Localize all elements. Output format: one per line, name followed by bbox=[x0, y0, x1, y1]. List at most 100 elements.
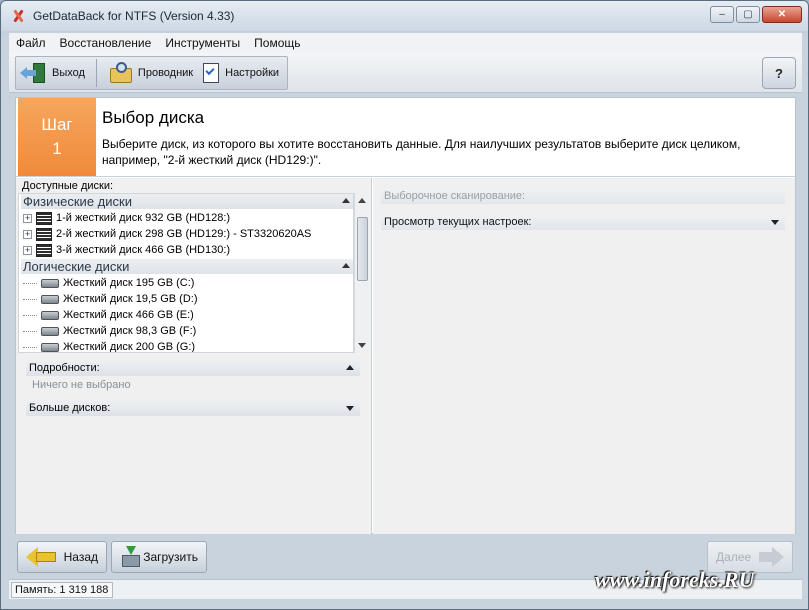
physical-disk-icon bbox=[36, 211, 52, 225]
hard-drive-icon bbox=[41, 294, 59, 304]
tree-scrollbar[interactable] bbox=[354, 193, 370, 353]
menu-help[interactable]: Помощь bbox=[247, 36, 307, 50]
hard-drive-icon bbox=[41, 326, 59, 336]
collapse-caret-icon[interactable] bbox=[342, 198, 350, 203]
tree-item-label: Жесткий диск 195 GB (C:) bbox=[63, 277, 195, 289]
tree-item-label: Жесткий диск 200 GB (G:) bbox=[63, 341, 196, 353]
menu-bar: Файл Восстановление Инструменты Помощь bbox=[9, 33, 802, 53]
back-label: Назад bbox=[63, 550, 98, 564]
tree-item-label: 3-й жесткий диск 466 GB (HD130:) bbox=[56, 244, 231, 256]
settings-button[interactable]: Настройки bbox=[199, 62, 281, 84]
tree-connector bbox=[23, 346, 37, 348]
help-button[interactable]: ? bbox=[762, 57, 796, 89]
watermark: www.inforeks.RU bbox=[595, 567, 755, 592]
title-bar: GetDataBack for NTFS (Version 4.33) – ▢ … bbox=[1, 1, 808, 31]
minimize-button[interactable]: – bbox=[710, 6, 734, 23]
explorer-label: Проводник bbox=[137, 67, 194, 79]
step-header: Шаг 1 Выбор диска Выберите диск, из кото… bbox=[16, 98, 795, 177]
exit-label: Выход bbox=[52, 67, 85, 79]
close-button[interactable]: ✕ bbox=[762, 6, 802, 23]
available-disks-label: Доступные диски: bbox=[22, 180, 114, 192]
expand-plus-icon[interactable]: + bbox=[23, 229, 32, 239]
maximize-button[interactable]: ▢ bbox=[736, 6, 760, 23]
hard-drive-icon bbox=[41, 342, 59, 352]
hard-drive-icon bbox=[41, 278, 59, 288]
more-disks-label: Больше дисков: bbox=[29, 402, 111, 414]
step-badge: Шаг 1 bbox=[18, 98, 96, 176]
app-logo-icon bbox=[11, 9, 25, 23]
tree-item-logical-c[interactable]: Жесткий диск 195 GB (C:) bbox=[23, 275, 194, 291]
disk-tree[interactable]: Физические диски + 1-й жесткий диск 932 … bbox=[18, 193, 354, 353]
scroll-up-icon[interactable] bbox=[358, 198, 366, 203]
details-label: Подробности: bbox=[29, 362, 100, 374]
exit-door-icon bbox=[20, 62, 48, 84]
tree-item-physical-disk-1[interactable]: + 1-й жесткий диск 932 GB (HD128:) bbox=[23, 210, 230, 226]
physical-disk-icon bbox=[36, 227, 52, 241]
next-label: Далее bbox=[716, 550, 752, 564]
tree-item-label: 2-й жесткий диск 298 GB (HD129:) - ST332… bbox=[56, 228, 312, 240]
disk-selection-panel: Доступные диски: Физические диски + 1-й … bbox=[16, 178, 372, 534]
app-window: GetDataBack for NTFS (Version 4.33) – ▢ … bbox=[0, 0, 809, 610]
explorer-button[interactable]: Проводник bbox=[106, 62, 195, 84]
logical-disks-group-label: Логические диски bbox=[23, 259, 130, 274]
view-settings-header[interactable]: Просмотр текущих настроек: bbox=[381, 214, 785, 230]
load-label: Загрузить bbox=[143, 550, 198, 564]
menu-tools[interactable]: Инструменты bbox=[158, 36, 247, 50]
tree-item-physical-disk-2[interactable]: + 2-й жесткий диск 298 GB (HD129:) - ST3… bbox=[23, 226, 311, 242]
tree-connector bbox=[23, 330, 37, 332]
collapse-caret-icon[interactable] bbox=[342, 263, 350, 268]
toolbar: Выход Проводник Настройки ? bbox=[9, 53, 802, 93]
tree-item-logical-e[interactable]: Жесткий диск 466 GB (E:) bbox=[23, 307, 194, 323]
window-title: GetDataBack for NTFS (Version 4.33) bbox=[33, 9, 235, 23]
back-arrow-icon bbox=[26, 547, 56, 567]
physical-disks-group[interactable]: Физические диски bbox=[21, 194, 353, 209]
expand-caret-icon[interactable] bbox=[346, 406, 354, 411]
physical-disks-group-label: Физические диски bbox=[23, 194, 132, 209]
physical-disk-icon bbox=[36, 243, 52, 257]
selective-scan-label: Выборочное сканирование: bbox=[384, 190, 526, 202]
step-number: 1 bbox=[52, 139, 62, 158]
tree-item-label: 1-й жесткий диск 932 GB (HD128:) bbox=[56, 212, 231, 224]
tree-connector bbox=[23, 298, 37, 300]
tree-item-label: Жесткий диск 98,3 GB (F:) bbox=[63, 325, 197, 337]
tree-item-logical-f[interactable]: Жесткий диск 98,3 GB (F:) bbox=[23, 323, 196, 339]
expand-plus-icon[interactable]: + bbox=[23, 213, 32, 223]
load-button[interactable]: Загрузить bbox=[111, 541, 207, 573]
help-icon: ? bbox=[775, 65, 783, 81]
explorer-icon bbox=[108, 62, 134, 84]
tree-item-logical-g[interactable]: Жесткий диск 200 GB (G:) bbox=[23, 339, 196, 353]
settings-checklist-icon bbox=[201, 62, 221, 84]
tree-item-label: Жесткий диск 19,5 GB (D:) bbox=[63, 293, 198, 305]
hard-drive-icon bbox=[41, 310, 59, 320]
tree-connector bbox=[23, 314, 37, 316]
back-button[interactable]: Назад bbox=[17, 541, 107, 573]
tree-item-physical-disk-3[interactable]: + 3-й жесткий диск 466 GB (HD130:) bbox=[23, 242, 230, 258]
tree-connector bbox=[23, 282, 37, 284]
details-section-header[interactable]: Подробности: bbox=[26, 360, 360, 376]
details-value: Ничего не выбрано bbox=[32, 379, 131, 391]
window-controls: – ▢ ✕ bbox=[710, 6, 802, 23]
more-disks-header[interactable]: Больше дисков: bbox=[26, 400, 360, 416]
next-arrow-icon bbox=[759, 547, 784, 567]
toolbar-group: Выход Проводник Настройки bbox=[15, 56, 289, 90]
exit-button[interactable]: Выход bbox=[20, 62, 87, 84]
tree-item-logical-d[interactable]: Жесткий диск 19,5 GB (D:) bbox=[23, 291, 198, 307]
logical-disks-group[interactable]: Логические диски bbox=[21, 259, 353, 274]
scroll-thumb[interactable] bbox=[357, 217, 368, 281]
memory-status: Память: 1 319 188 bbox=[11, 582, 113, 598]
menu-file[interactable]: Файл bbox=[9, 36, 53, 50]
step-word: Шаг bbox=[41, 115, 73, 134]
menu-recovery[interactable]: Восстановление bbox=[53, 36, 159, 50]
tree-item-label: Жесткий диск 466 GB (E:) bbox=[63, 309, 194, 321]
view-settings-label: Просмотр текущих настроек: bbox=[384, 216, 532, 228]
toolbar-separator bbox=[95, 59, 97, 87]
expand-plus-icon[interactable]: + bbox=[23, 245, 32, 255]
load-icon bbox=[120, 546, 140, 568]
scroll-down-icon[interactable] bbox=[358, 343, 366, 348]
wizard-content: Шаг 1 Выбор диска Выберите диск, из кото… bbox=[15, 97, 796, 534]
expand-caret-icon[interactable] bbox=[771, 220, 779, 225]
options-panel: Выборочное сканирование: Просмотр текущи… bbox=[373, 178, 795, 534]
page-title: Выбор диска bbox=[102, 108, 205, 127]
collapse-caret-icon[interactable] bbox=[346, 365, 354, 370]
selective-scan-header: Выборочное сканирование: bbox=[381, 188, 785, 204]
